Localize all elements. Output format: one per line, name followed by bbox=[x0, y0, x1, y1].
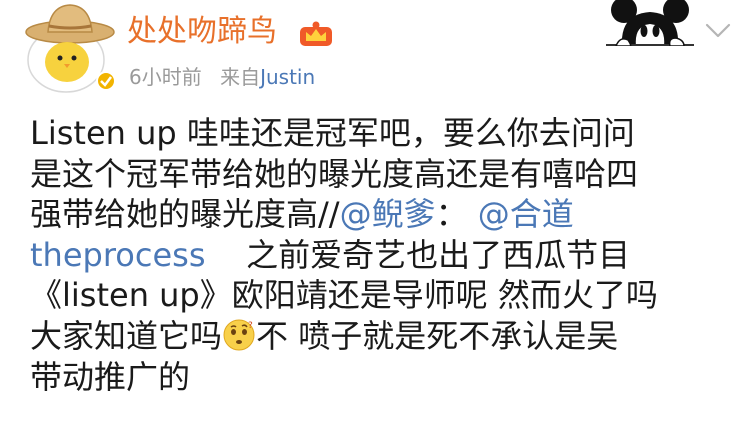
post-text-segment: 之前爱奇艺也出了西瓜节目 bbox=[246, 235, 631, 274]
mention-link[interactable]: @鲵爹 bbox=[340, 195, 436, 233]
post-text-line: 带动推广的 bbox=[30, 357, 191, 396]
post-time: 6小时前 bbox=[129, 65, 202, 89]
post-text-line: 《listen up》欧阳靖还是导师呢 然而火了吗 bbox=[30, 276, 658, 315]
avatar-icon[interactable] bbox=[20, 0, 115, 95]
weibo-vip-crown-icon[interactable] bbox=[298, 20, 334, 48]
mention-link[interactable]: theprocess bbox=[30, 236, 205, 274]
username[interactable]: 处处吻蹄鸟 bbox=[127, 14, 277, 50]
source-prefix: 来自 bbox=[220, 65, 261, 89]
source-client[interactable]: Justin bbox=[260, 65, 315, 89]
post-text-line: 强带给她的曝光度高//@鲵爹： @合道 bbox=[30, 194, 742, 235]
thinking-face-icon: ? bbox=[223, 319, 255, 351]
mention-link[interactable]: @合道 bbox=[478, 195, 574, 233]
post-text-line: 大家知道它吗 ? 不 喷子就是死不承认是吴 bbox=[30, 316, 742, 357]
post-text: Listen up 哇哇还是冠军吧，要么你去问问 是这个冠军带给她的曝光度高还是… bbox=[30, 113, 742, 397]
post-text-line: Listen up 哇哇还是冠军吧，要么你去问问 bbox=[30, 114, 635, 152]
svg-text:?: ? bbox=[248, 321, 253, 331]
post-text-segment: 大家知道它吗 bbox=[30, 316, 223, 355]
post-meta: 6小时前 来自Justin bbox=[129, 64, 315, 90]
weibo-post: 处处吻蹄鸟 6小时前 来自Justin Listen up 哇哇还是冠军吧，要么… bbox=[0, 0, 749, 443]
chevron-down-icon[interactable] bbox=[704, 22, 732, 40]
mickey-mouse-peeking-icon bbox=[606, 0, 694, 46]
post-text-line: 是这个冠军带给她的曝光度高还是有嘻哈四 bbox=[30, 154, 639, 193]
post-text-segment: 不 喷子就是死不承认是吴 bbox=[256, 316, 619, 355]
post-text-segment: ： bbox=[435, 195, 468, 234]
post-text-line: theprocess 之前爱奇艺也出了西瓜节目 bbox=[30, 235, 742, 276]
post-text-segment: 强带给她的曝光度高// bbox=[30, 195, 340, 234]
